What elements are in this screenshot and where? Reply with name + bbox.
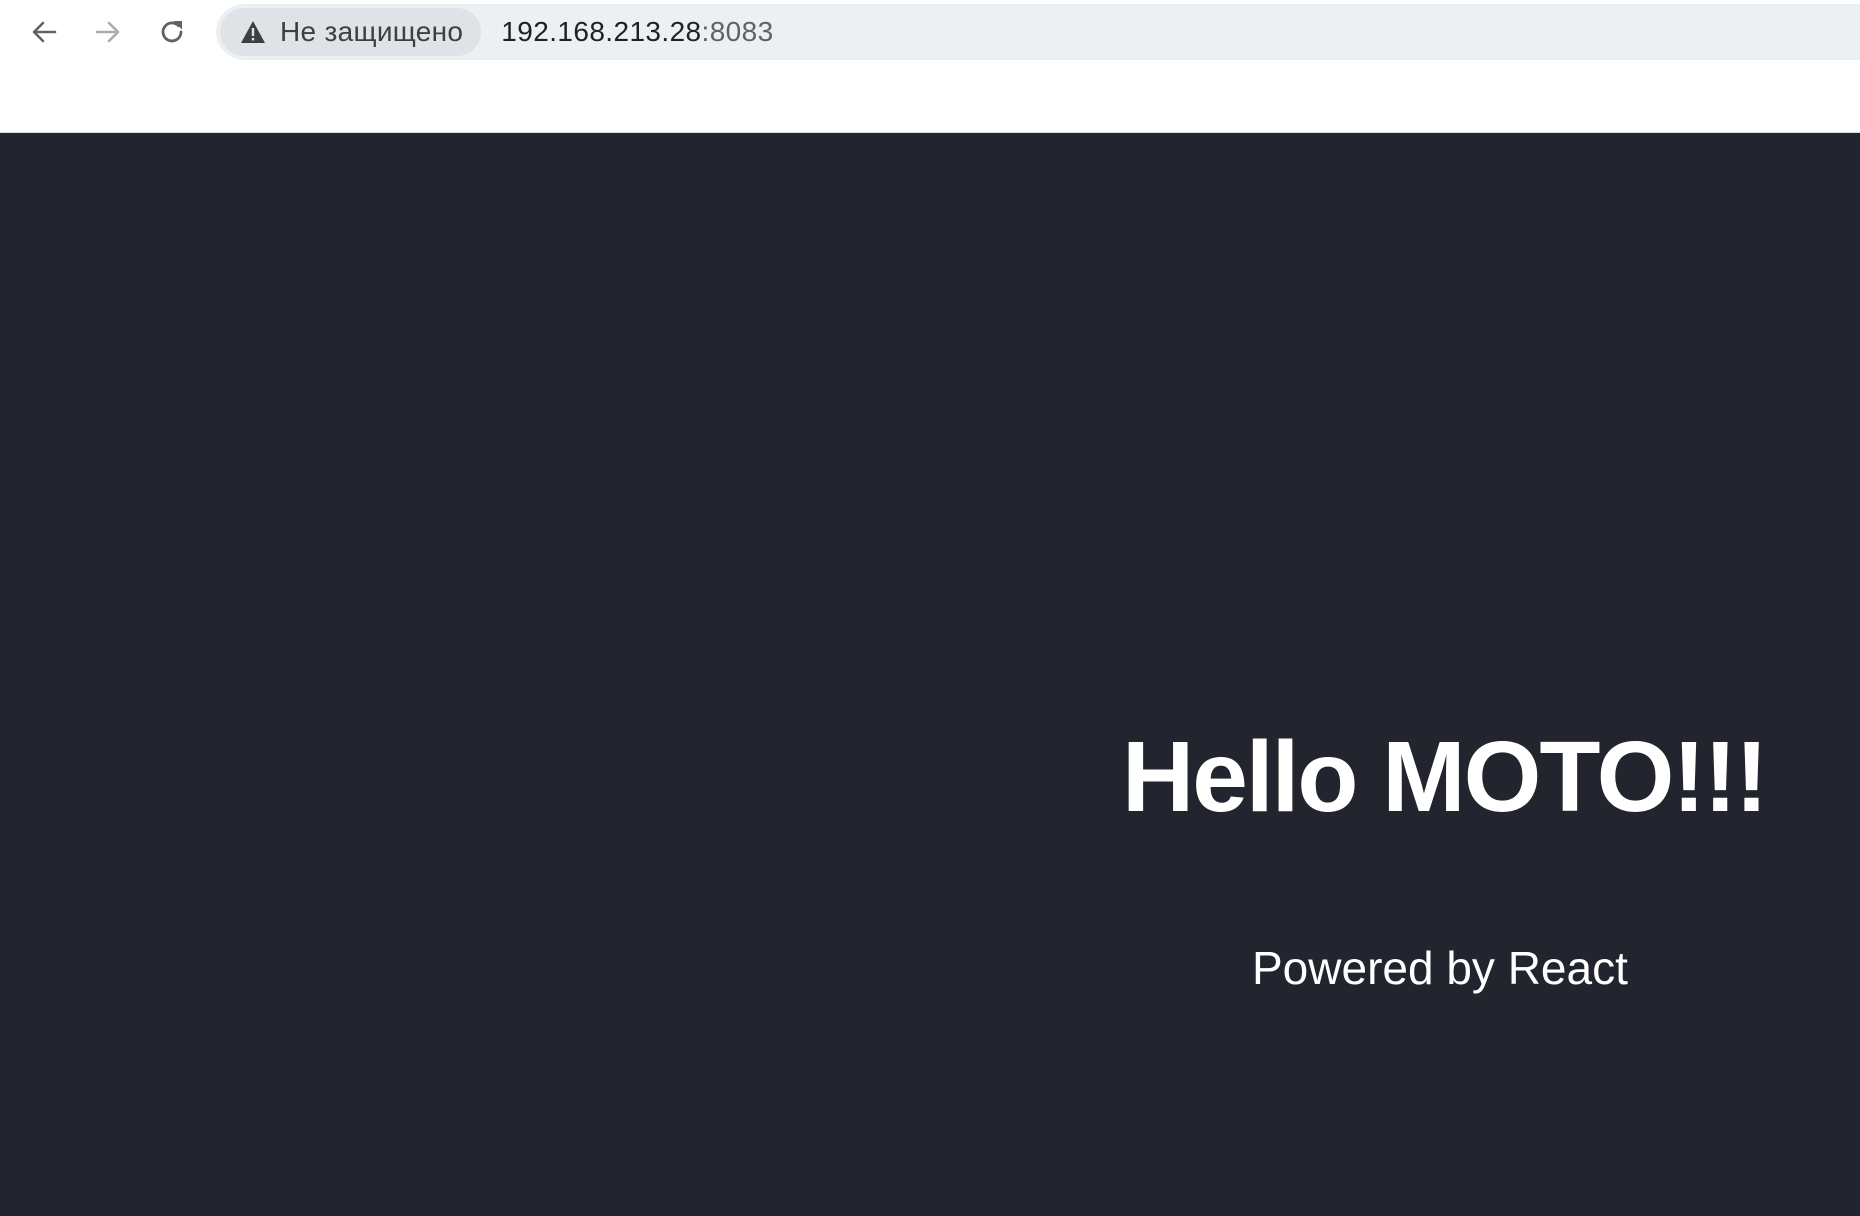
security-indicator[interactable]: Не защищено [220, 8, 482, 56]
arrow-right-icon [95, 21, 120, 43]
reload-icon [161, 21, 183, 43]
hello-heading: Hello MOTO!!! [1122, 721, 1768, 833]
url-text[interactable]: 192.168.213.28:8083 [501, 16, 773, 48]
browser-toolbar: Не защищено 192.168.213.28:8083 [0, 0, 1860, 133]
page-content: Hello MOTO!!! Powered by React [0, 133, 1860, 1216]
security-label: Не защищено [280, 16, 464, 47]
address-bar[interactable]: Не защищено 192.168.213.28:8083 [216, 4, 1860, 60]
url-host: 192.168.213.28 [501, 16, 702, 47]
back-button[interactable] [22, 10, 66, 54]
powered-by-text: Powered by React [1252, 942, 1628, 994]
warning-triangle-icon [241, 21, 265, 43]
reload-button[interactable] [150, 10, 194, 54]
url-port: :8083 [701, 16, 774, 47]
forward-button[interactable] [86, 10, 130, 54]
arrow-left-icon [32, 21, 57, 43]
